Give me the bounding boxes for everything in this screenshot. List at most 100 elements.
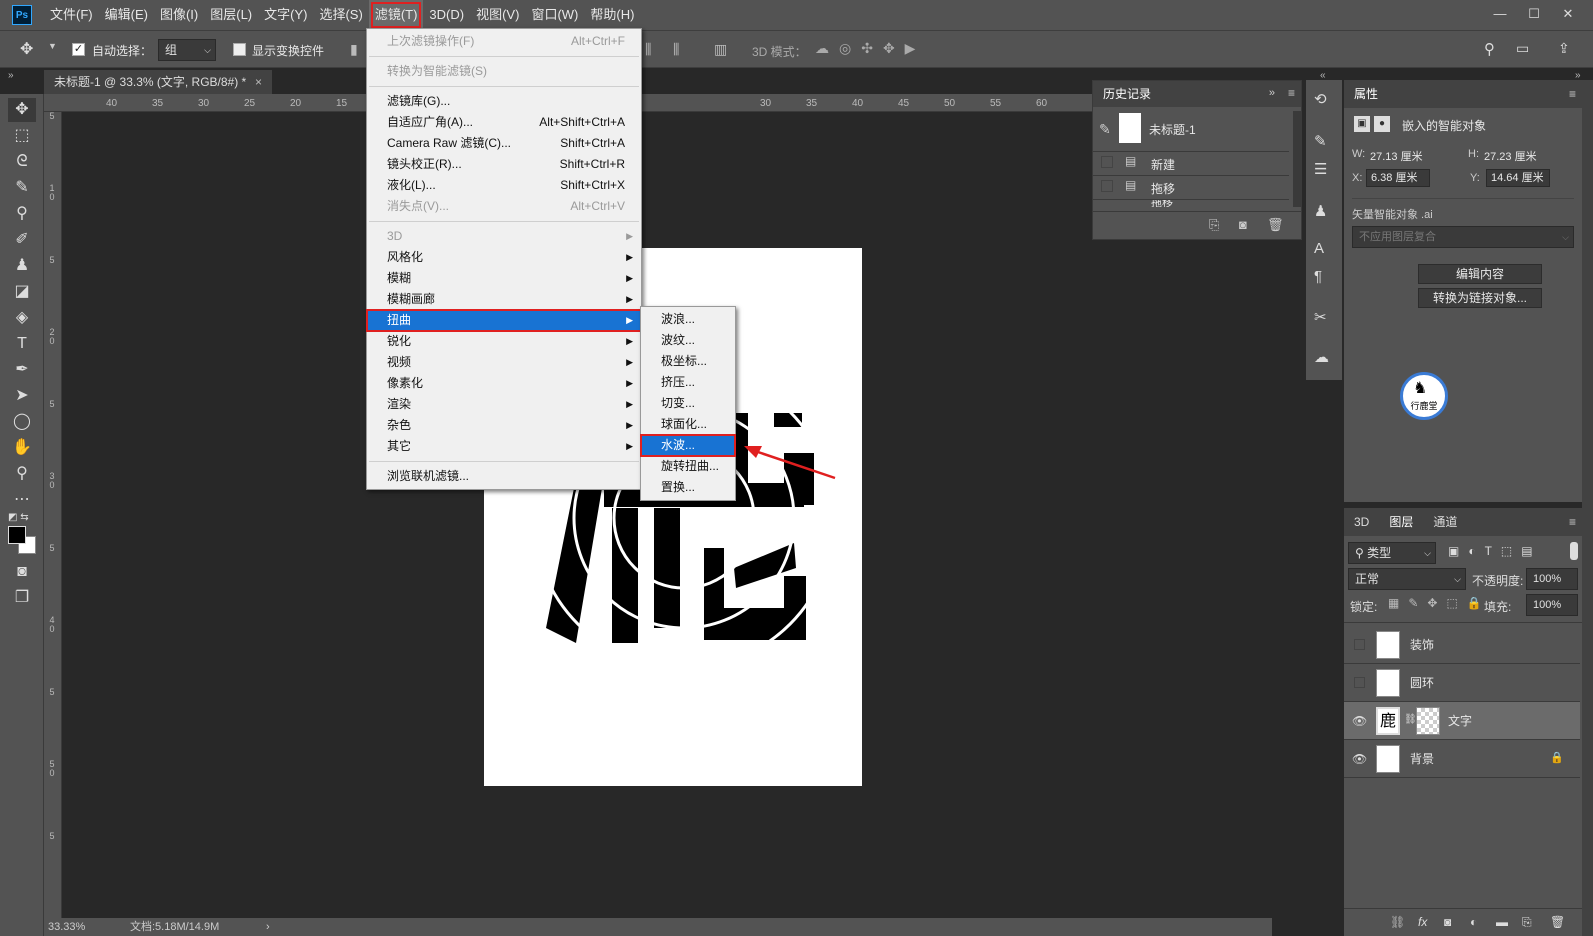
move-tool-icon[interactable]: ✥: [8, 98, 36, 122]
menu-item[interactable]: 锐化 ▶: [367, 331, 641, 352]
layer-row-selected[interactable]: 👁 鹿 ⛓ 文字: [1344, 702, 1580, 740]
layer-filter-icons[interactable]: ▣◐T⬚▤: [1448, 544, 1542, 558]
chevron-down-icon[interactable]: ▼: [48, 41, 57, 51]
menu-4[interactable]: 文字(Y): [258, 0, 313, 30]
status-arrow-icon[interactable]: ›: [266, 918, 270, 936]
menu-item[interactable]: 杂色 ▶: [367, 415, 641, 436]
menu-item[interactable]: 挤压...: [641, 372, 735, 393]
eyedropper-tool-icon[interactable]: ⚲: [8, 202, 36, 226]
panel-menu-icon[interactable]: ≡: [1569, 515, 1576, 529]
layer-comp-dropdown[interactable]: 不应用图层复合 ⌵: [1352, 226, 1574, 248]
default-colors-icon[interactable]: ◩ ⇆: [8, 512, 29, 523]
show-transform-checkbox[interactable]: [233, 42, 246, 57]
menu-8[interactable]: 视图(V): [470, 0, 525, 30]
eye-icon[interactable]: 👁: [1352, 714, 1367, 728]
auto-select-checkbox[interactable]: [72, 42, 85, 57]
collapse-toolbar-icon[interactable]: »: [8, 70, 14, 81]
new-document-icon[interactable]: ⎘: [1209, 217, 1219, 233]
menu-7[interactable]: 3D(D): [423, 0, 470, 30]
menu-9[interactable]: 窗口(W): [525, 0, 584, 30]
tab-3d[interactable]: 3D: [1344, 508, 1379, 536]
workspace-icon[interactable]: ▭: [1516, 40, 1529, 57]
brush-panel-icon[interactable]: ✎: [1314, 132, 1327, 150]
menu-item[interactable]: 浏览联机滤镜...: [367, 466, 641, 487]
visibility-toggle-off[interactable]: [1354, 677, 1365, 688]
menu-item[interactable]: 镜头校正(R)... Shift+Ctrl+R: [367, 154, 641, 175]
menu-item[interactable]: 球面化...: [641, 414, 735, 435]
menu-1[interactable]: 编辑(E): [99, 0, 154, 30]
zoom-level[interactable]: 33.33%: [48, 918, 85, 936]
menu-item-highlighted[interactable]: 水波...: [640, 434, 736, 457]
history-tab[interactable]: 历史记录: [1093, 81, 1162, 107]
move-tool-icon[interactable]: ✥: [20, 39, 33, 59]
history-scrollbar[interactable]: [1293, 111, 1301, 207]
share-icon[interactable]: ⇪: [1558, 40, 1570, 57]
eye-icon[interactable]: 👁: [1352, 752, 1367, 766]
menu-item[interactable]: 切变...: [641, 393, 735, 414]
pen-tool-icon[interactable]: ✒: [8, 358, 36, 382]
layer-row[interactable]: 装饰: [1344, 626, 1580, 664]
x-field[interactable]: 6.38 厘米: [1366, 169, 1430, 187]
menu-item[interactable]: 像素化 ▶: [367, 373, 641, 394]
convert-to-linked-button[interactable]: 转换为链接对象...: [1418, 288, 1542, 308]
history-item[interactable]: ▤ 拖移: [1093, 175, 1289, 197]
screen-mode-icon[interactable]: ❐: [8, 586, 36, 610]
type-tool-icon[interactable]: T: [8, 332, 36, 356]
layer-row[interactable]: 圆环: [1344, 664, 1580, 702]
zoom-tool-icon[interactable]: ⚲: [8, 462, 36, 486]
adjustments-panel-icon[interactable]: ☰: [1314, 160, 1327, 178]
tab-channels[interactable]: 通道: [1423, 508, 1467, 536]
menu-item[interactable]: 风格化 ▶: [367, 247, 641, 268]
history-brush-icon[interactable]: ✎: [1099, 121, 1111, 138]
marquee-tool-icon[interactable]: ⬚: [8, 124, 36, 148]
paragraph-panel-icon[interactable]: ¶: [1314, 268, 1322, 285]
menu-10[interactable]: 帮助(H): [584, 0, 640, 30]
ellipse-tool-icon[interactable]: ◯: [8, 410, 36, 434]
menu-item[interactable]: 其它 ▶: [367, 436, 641, 457]
height-value[interactable]: 27.23 厘米: [1484, 148, 1537, 164]
more-tools-icon[interactable]: ⋯: [8, 488, 36, 512]
hand-tool-icon[interactable]: ✋: [8, 436, 36, 460]
auto-select-dropdown[interactable]: 组 ⌵: [158, 39, 216, 61]
maximize-icon[interactable]: ☐: [1522, 3, 1546, 25]
folder-icon[interactable]: ▬: [1496, 915, 1508, 929]
history-item[interactable]: ▤ 新建: [1093, 151, 1289, 173]
menu-item[interactable]: 旋转扭曲...: [641, 456, 735, 477]
menu-0[interactable]: 文件(F): [44, 0, 99, 30]
distribute-icon[interactable]: ⫼: [645, 41, 651, 58]
menu-item[interactable]: Camera Raw 滤镜(C)... Shift+Ctrl+A: [367, 133, 641, 154]
width-value[interactable]: 27.13 厘米: [1370, 148, 1423, 164]
blend-mode-dropdown[interactable]: 正常 ⌵: [1348, 568, 1466, 590]
menu-item[interactable]: 渲染 ▶: [367, 394, 641, 415]
opacity-field[interactable]: 100%: [1526, 568, 1578, 590]
foreground-color[interactable]: [8, 526, 26, 544]
lasso-tool-icon[interactable]: ᘓ: [8, 150, 36, 174]
filter-toggle[interactable]: [1570, 542, 1578, 560]
libraries-icon[interactable]: ☁: [1314, 348, 1329, 366]
menu-item[interactable]: 波纹...: [641, 330, 735, 351]
collapse-panels-icon[interactable]: «: [1320, 70, 1326, 81]
clone-source-icon[interactable]: ♟: [1314, 202, 1327, 220]
adjustment-icon[interactable]: ◐: [1470, 915, 1477, 929]
menu-item[interactable]: 自适应广角(A)... Alt+Shift+Ctrl+A: [367, 112, 641, 133]
link-icon[interactable]: ⛓: [1390, 915, 1405, 929]
menu-item[interactable]: 模糊画廊 ▶: [367, 289, 641, 310]
brush-tool-icon[interactable]: ✐: [8, 228, 36, 252]
history-panel-icon[interactable]: ⟲: [1314, 90, 1327, 108]
fill-field[interactable]: 100%: [1526, 594, 1578, 616]
menu-item[interactable]: 视频 ▶: [367, 352, 641, 373]
properties-tab[interactable]: 属性: [1344, 80, 1389, 108]
menu-item[interactable]: 置换...: [641, 477, 735, 498]
y-field[interactable]: 14.64 厘米: [1486, 169, 1550, 187]
lock-icons[interactable]: ▦✎✥⬚🔒: [1388, 596, 1491, 610]
tool-presets-icon[interactable]: ✂: [1314, 308, 1327, 326]
eraser-tool-icon[interactable]: ◪: [8, 280, 36, 304]
edit-contents-button[interactable]: 编辑内容: [1418, 264, 1542, 284]
panel-menu-icon[interactable]: ≡: [1569, 87, 1576, 101]
close-window-icon[interactable]: ✕: [1556, 3, 1580, 25]
trash-icon[interactable]: 🗑: [1550, 915, 1565, 929]
path-select-tool-icon[interactable]: ➤: [8, 384, 36, 408]
align-icon[interactable]: ▮: [350, 41, 358, 58]
history-item[interactable]: 拖移: [1093, 199, 1289, 207]
panel-menu-icon[interactable]: ≡: [1288, 86, 1295, 100]
